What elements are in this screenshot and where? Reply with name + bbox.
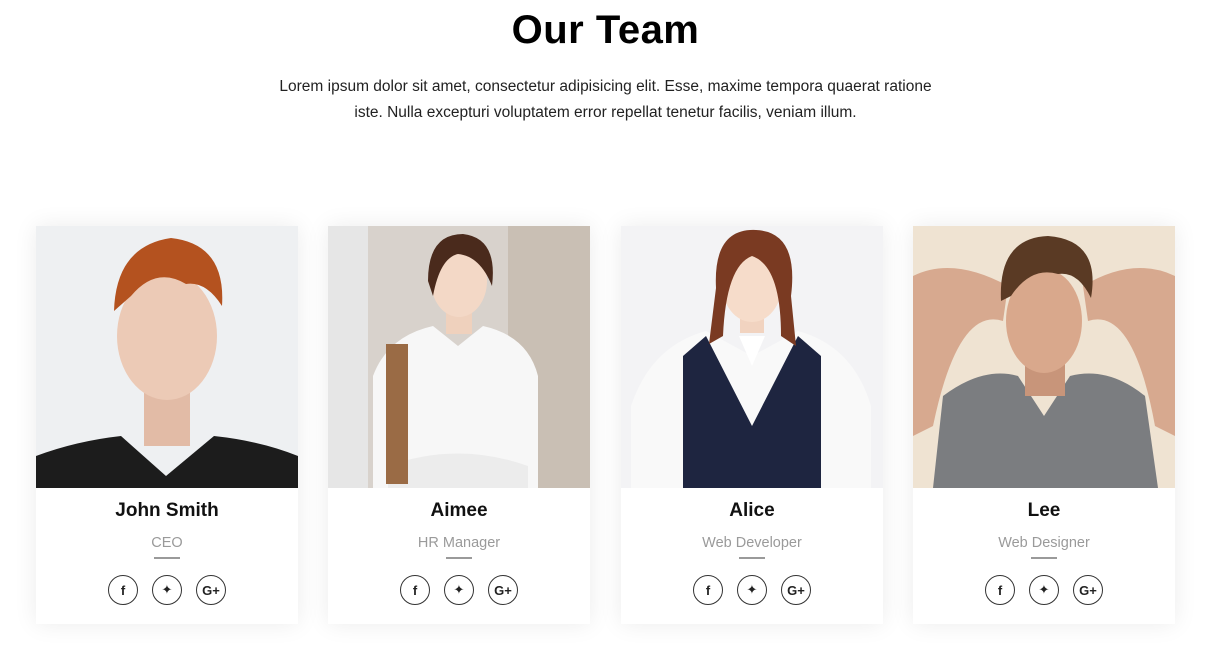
member-role: HR Manager xyxy=(417,535,501,551)
role-divider xyxy=(1031,557,1057,559)
member-name: Aimee xyxy=(430,500,488,521)
facebook-icon[interactable]: f xyxy=(108,575,138,605)
member-photo xyxy=(621,226,883,488)
social-links: f ✦ G+ xyxy=(328,575,590,605)
google-plus-icon[interactable]: G+ xyxy=(488,575,518,605)
social-links: f ✦ G+ xyxy=(913,575,1175,605)
team-card-aimee: Aimee HR Manager f ✦ G+ xyxy=(328,226,590,624)
team-card-alice: Alice Web Developer f ✦ G+ xyxy=(621,226,883,624)
member-role: Web Designer xyxy=(998,535,1090,551)
google-plus-icon[interactable]: G+ xyxy=(196,575,226,605)
member-name: Lee xyxy=(1027,500,1061,521)
role-divider xyxy=(739,557,765,559)
team-card-john-smith: John Smith CEO f ✦ G+ xyxy=(36,226,298,624)
facebook-icon[interactable]: f xyxy=(985,575,1015,605)
role-divider xyxy=(446,557,472,559)
facebook-icon[interactable]: f xyxy=(400,575,430,605)
member-photo xyxy=(36,226,298,488)
social-links: f ✦ G+ xyxy=(36,575,298,605)
facebook-icon[interactable]: f xyxy=(693,575,723,605)
twitter-icon[interactable]: ✦ xyxy=(444,575,474,605)
twitter-icon[interactable]: ✦ xyxy=(1029,575,1059,605)
google-plus-icon[interactable]: G+ xyxy=(1073,575,1103,605)
role-divider xyxy=(154,557,180,559)
section-intro: Lorem ipsum dolor sit amet, consectetur … xyxy=(279,78,932,121)
member-photo xyxy=(913,226,1175,488)
member-name: Alice xyxy=(729,500,775,521)
member-role: Web Developer xyxy=(702,535,802,551)
team-card-lee: Lee Web Designer f ✦ G+ xyxy=(913,226,1175,624)
google-plus-icon[interactable]: G+ xyxy=(781,575,811,605)
twitter-icon[interactable]: ✦ xyxy=(152,575,182,605)
twitter-icon[interactable]: ✦ xyxy=(737,575,767,605)
member-name: John Smith xyxy=(115,500,219,521)
social-links: f ✦ G+ xyxy=(621,575,883,605)
section-title: Our Team xyxy=(511,8,700,52)
member-role: CEO xyxy=(151,535,183,551)
member-photo xyxy=(328,226,590,488)
